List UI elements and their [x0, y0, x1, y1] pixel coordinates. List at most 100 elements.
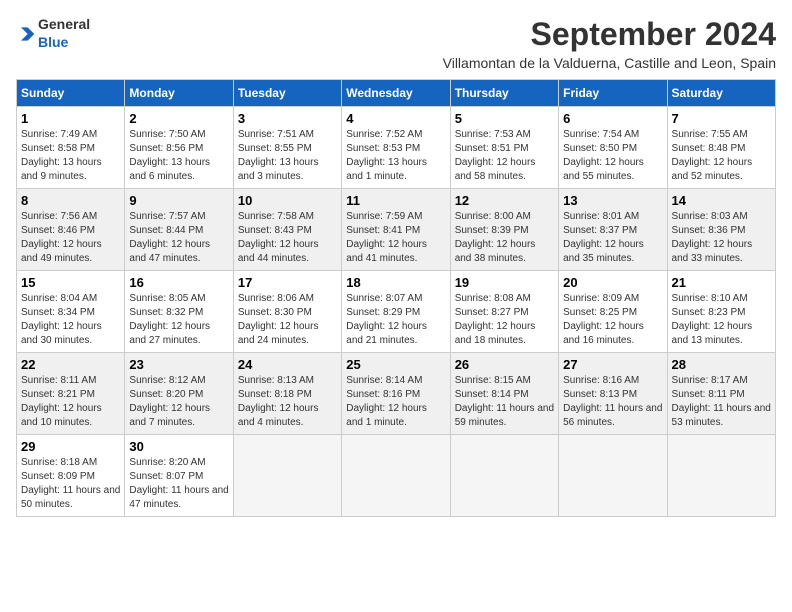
- day-number: 26: [455, 357, 554, 372]
- day-info: Sunrise: 8:00 AM Sunset: 8:39 PM Dayligh…: [455, 210, 554, 266]
- day-number: 4: [346, 111, 445, 126]
- day-number: 11: [346, 193, 445, 208]
- day-number: 29: [21, 439, 120, 454]
- logo-general-text: General: [38, 16, 90, 32]
- table-row: 8 Sunrise: 7:56 AM Sunset: 8:46 PM Dayli…: [17, 189, 125, 271]
- table-row: 6 Sunrise: 7:54 AM Sunset: 8:50 PM Dayli…: [559, 107, 667, 189]
- table-row: [667, 435, 775, 517]
- col-thursday: Thursday: [450, 80, 558, 107]
- table-row: 30 Sunrise: 8:20 AM Sunset: 8:07 PM Dayl…: [125, 435, 233, 517]
- day-number: 2: [129, 111, 228, 126]
- day-info: Sunrise: 8:13 AM Sunset: 8:18 PM Dayligh…: [238, 374, 337, 430]
- calendar-week-row: 22 Sunrise: 8:11 AM Sunset: 8:21 PM Dayl…: [17, 353, 776, 435]
- table-row: 20 Sunrise: 8:09 AM Sunset: 8:25 PM Dayl…: [559, 271, 667, 353]
- day-info: Sunrise: 8:12 AM Sunset: 8:20 PM Dayligh…: [129, 374, 228, 430]
- col-friday: Friday: [559, 80, 667, 107]
- day-number: 20: [563, 275, 662, 290]
- table-row: 3 Sunrise: 7:51 AM Sunset: 8:55 PM Dayli…: [233, 107, 341, 189]
- day-info: Sunrise: 8:03 AM Sunset: 8:36 PM Dayligh…: [672, 210, 771, 266]
- day-number: 23: [129, 357, 228, 372]
- day-number: 15: [21, 275, 120, 290]
- table-row: 29 Sunrise: 8:18 AM Sunset: 8:09 PM Dayl…: [17, 435, 125, 517]
- col-wednesday: Wednesday: [342, 80, 450, 107]
- table-row: 22 Sunrise: 8:11 AM Sunset: 8:21 PM Dayl…: [17, 353, 125, 435]
- table-row: 7 Sunrise: 7:55 AM Sunset: 8:48 PM Dayli…: [667, 107, 775, 189]
- day-number: 25: [346, 357, 445, 372]
- day-info: Sunrise: 7:50 AM Sunset: 8:56 PM Dayligh…: [129, 128, 228, 184]
- day-number: 27: [563, 357, 662, 372]
- day-info: Sunrise: 7:53 AM Sunset: 8:51 PM Dayligh…: [455, 128, 554, 184]
- calendar-week-row: 1 Sunrise: 7:49 AM Sunset: 8:58 PM Dayli…: [17, 107, 776, 189]
- day-info: Sunrise: 7:56 AM Sunset: 8:46 PM Dayligh…: [21, 210, 120, 266]
- col-tuesday: Tuesday: [233, 80, 341, 107]
- day-info: Sunrise: 8:11 AM Sunset: 8:21 PM Dayligh…: [21, 374, 120, 430]
- table-row: 14 Sunrise: 8:03 AM Sunset: 8:36 PM Dayl…: [667, 189, 775, 271]
- day-number: 8: [21, 193, 120, 208]
- day-number: 21: [672, 275, 771, 290]
- logo-icon: [16, 24, 36, 44]
- day-info: Sunrise: 7:55 AM Sunset: 8:48 PM Dayligh…: [672, 128, 771, 184]
- calendar-week-row: 29 Sunrise: 8:18 AM Sunset: 8:09 PM Dayl…: [17, 435, 776, 517]
- day-info: Sunrise: 8:18 AM Sunset: 8:09 PM Dayligh…: [21, 456, 120, 512]
- day-info: Sunrise: 7:57 AM Sunset: 8:44 PM Dayligh…: [129, 210, 228, 266]
- day-number: 24: [238, 357, 337, 372]
- day-number: 13: [563, 193, 662, 208]
- day-info: Sunrise: 8:07 AM Sunset: 8:29 PM Dayligh…: [346, 292, 445, 348]
- table-row: 26 Sunrise: 8:15 AM Sunset: 8:14 PM Dayl…: [450, 353, 558, 435]
- day-info: Sunrise: 8:04 AM Sunset: 8:34 PM Dayligh…: [21, 292, 120, 348]
- table-row: 1 Sunrise: 7:49 AM Sunset: 8:58 PM Dayli…: [17, 107, 125, 189]
- day-info: Sunrise: 8:01 AM Sunset: 8:37 PM Dayligh…: [563, 210, 662, 266]
- day-number: 22: [21, 357, 120, 372]
- page-subtitle: Villamontan de la Valduerna, Castille an…: [443, 55, 776, 71]
- day-number: 5: [455, 111, 554, 126]
- table-row: 19 Sunrise: 8:08 AM Sunset: 8:27 PM Dayl…: [450, 271, 558, 353]
- table-row: 15 Sunrise: 8:04 AM Sunset: 8:34 PM Dayl…: [17, 271, 125, 353]
- calendar-week-row: 15 Sunrise: 8:04 AM Sunset: 8:34 PM Dayl…: [17, 271, 776, 353]
- table-row: 4 Sunrise: 7:52 AM Sunset: 8:53 PM Dayli…: [342, 107, 450, 189]
- table-row: 24 Sunrise: 8:13 AM Sunset: 8:18 PM Dayl…: [233, 353, 341, 435]
- calendar-week-row: 8 Sunrise: 7:56 AM Sunset: 8:46 PM Dayli…: [17, 189, 776, 271]
- day-number: 18: [346, 275, 445, 290]
- table-row: 25 Sunrise: 8:14 AM Sunset: 8:16 PM Dayl…: [342, 353, 450, 435]
- day-info: Sunrise: 8:05 AM Sunset: 8:32 PM Dayligh…: [129, 292, 228, 348]
- col-saturday: Saturday: [667, 80, 775, 107]
- day-number: 9: [129, 193, 228, 208]
- table-row: [233, 435, 341, 517]
- table-row: 27 Sunrise: 8:16 AM Sunset: 8:13 PM Dayl…: [559, 353, 667, 435]
- table-row: 23 Sunrise: 8:12 AM Sunset: 8:20 PM Dayl…: [125, 353, 233, 435]
- day-number: 16: [129, 275, 228, 290]
- page-container: General Blue September 2024 Villamontan …: [16, 16, 776, 517]
- table-row: 28 Sunrise: 8:17 AM Sunset: 8:11 PM Dayl…: [667, 353, 775, 435]
- day-number: 3: [238, 111, 337, 126]
- table-row: 11 Sunrise: 7:59 AM Sunset: 8:41 PM Dayl…: [342, 189, 450, 271]
- day-info: Sunrise: 7:54 AM Sunset: 8:50 PM Dayligh…: [563, 128, 662, 184]
- day-info: Sunrise: 8:08 AM Sunset: 8:27 PM Dayligh…: [455, 292, 554, 348]
- day-number: 7: [672, 111, 771, 126]
- day-info: Sunrise: 8:16 AM Sunset: 8:13 PM Dayligh…: [563, 374, 662, 430]
- table-row: 17 Sunrise: 8:06 AM Sunset: 8:30 PM Dayl…: [233, 271, 341, 353]
- day-info: Sunrise: 8:09 AM Sunset: 8:25 PM Dayligh…: [563, 292, 662, 348]
- table-row: 21 Sunrise: 8:10 AM Sunset: 8:23 PM Dayl…: [667, 271, 775, 353]
- day-info: Sunrise: 7:59 AM Sunset: 8:41 PM Dayligh…: [346, 210, 445, 266]
- table-row: 9 Sunrise: 7:57 AM Sunset: 8:44 PM Dayli…: [125, 189, 233, 271]
- col-monday: Monday: [125, 80, 233, 107]
- table-row: [450, 435, 558, 517]
- table-row: 5 Sunrise: 7:53 AM Sunset: 8:51 PM Dayli…: [450, 107, 558, 189]
- table-row: [342, 435, 450, 517]
- table-row: 18 Sunrise: 8:07 AM Sunset: 8:29 PM Dayl…: [342, 271, 450, 353]
- day-info: Sunrise: 7:58 AM Sunset: 8:43 PM Dayligh…: [238, 210, 337, 266]
- day-number: 30: [129, 439, 228, 454]
- day-number: 28: [672, 357, 771, 372]
- col-sunday: Sunday: [17, 80, 125, 107]
- day-info: Sunrise: 7:52 AM Sunset: 8:53 PM Dayligh…: [346, 128, 445, 184]
- day-info: Sunrise: 8:20 AM Sunset: 8:07 PM Dayligh…: [129, 456, 228, 512]
- calendar-table: Sunday Monday Tuesday Wednesday Thursday…: [16, 79, 776, 517]
- day-info: Sunrise: 7:51 AM Sunset: 8:55 PM Dayligh…: [238, 128, 337, 184]
- day-number: 1: [21, 111, 120, 126]
- table-row: [559, 435, 667, 517]
- day-info: Sunrise: 8:06 AM Sunset: 8:30 PM Dayligh…: [238, 292, 337, 348]
- logo: General Blue: [16, 16, 90, 52]
- header: General Blue September 2024 Villamontan …: [16, 16, 776, 71]
- calendar-header-row: Sunday Monday Tuesday Wednesday Thursday…: [17, 80, 776, 107]
- day-info: Sunrise: 8:10 AM Sunset: 8:23 PM Dayligh…: [672, 292, 771, 348]
